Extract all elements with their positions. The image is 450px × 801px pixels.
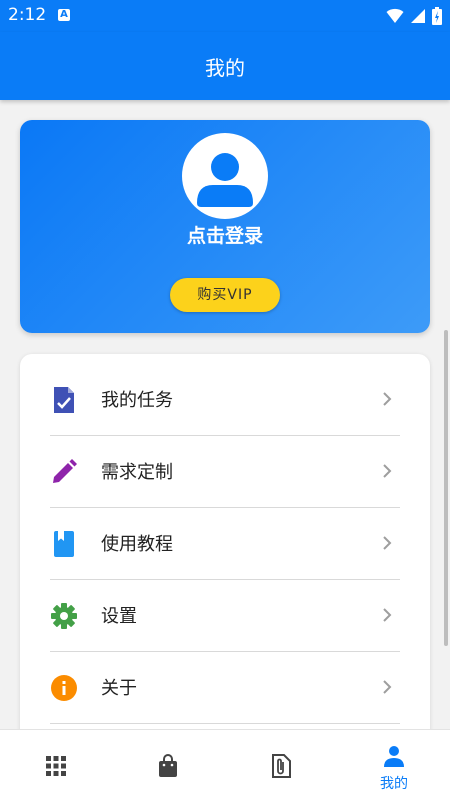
menu-card: 我的任务 需求定制 使用教程 设置 关于 [20, 354, 430, 754]
chevron-right-icon [383, 392, 392, 406]
shopping-bag-icon [159, 754, 177, 777]
info-icon [51, 675, 77, 701]
book-icon [54, 531, 74, 557]
menu-item-about[interactable]: 关于 [50, 652, 400, 724]
app-bar: 我的 [0, 32, 450, 100]
chevron-right-icon [383, 680, 392, 694]
nav-item-apps[interactable] [0, 730, 112, 801]
menu-item-label: 我的任务 [101, 390, 173, 411]
scrollbar[interactable] [444, 330, 448, 646]
notification-a-icon: A [58, 9, 70, 21]
grid-icon [46, 756, 66, 776]
battery-icon [432, 7, 442, 25]
bottom-nav: 我的 [0, 729, 450, 801]
signal-icon [411, 9, 425, 23]
person-icon [384, 746, 404, 767]
chevron-right-icon [383, 536, 392, 550]
menu-item-settings[interactable]: 设置 [50, 580, 400, 652]
wifi-icon [386, 8, 404, 23]
nav-item-files[interactable] [225, 730, 337, 801]
buy-vip-button[interactable]: 购买VIP [170, 278, 280, 312]
pencil-icon [53, 459, 77, 483]
person-icon [197, 153, 253, 207]
gear-icon [51, 603, 77, 629]
menu-item-label: 使用教程 [101, 534, 173, 555]
nav-label-mine: 我的 [380, 776, 408, 792]
nav-item-mine[interactable]: 我的 [338, 730, 450, 801]
menu-item-my-tasks[interactable]: 我的任务 [50, 364, 400, 436]
menu-item-label: 关于 [101, 678, 137, 699]
chevron-right-icon [383, 608, 392, 622]
login-link[interactable]: 点击登录 [20, 221, 430, 248]
menu-item-custom-request[interactable]: 需求定制 [50, 436, 400, 508]
profile-card[interactable]: 点击登录 购买VIP [20, 120, 430, 333]
task-doc-icon [54, 387, 74, 413]
status-time: 2:12 [8, 5, 47, 25]
chevron-right-icon [383, 464, 392, 478]
status-icons [386, 7, 442, 25]
status-bar: 2:12 A [0, 0, 450, 32]
menu-item-tutorial[interactable]: 使用教程 [50, 508, 400, 580]
page-title: 我的 [205, 55, 245, 80]
avatar[interactable] [182, 133, 268, 219]
attachment-file-icon [272, 754, 291, 778]
menu-item-label: 设置 [101, 606, 137, 627]
nav-item-shop[interactable] [112, 730, 224, 801]
menu-item-label: 需求定制 [101, 462, 173, 483]
